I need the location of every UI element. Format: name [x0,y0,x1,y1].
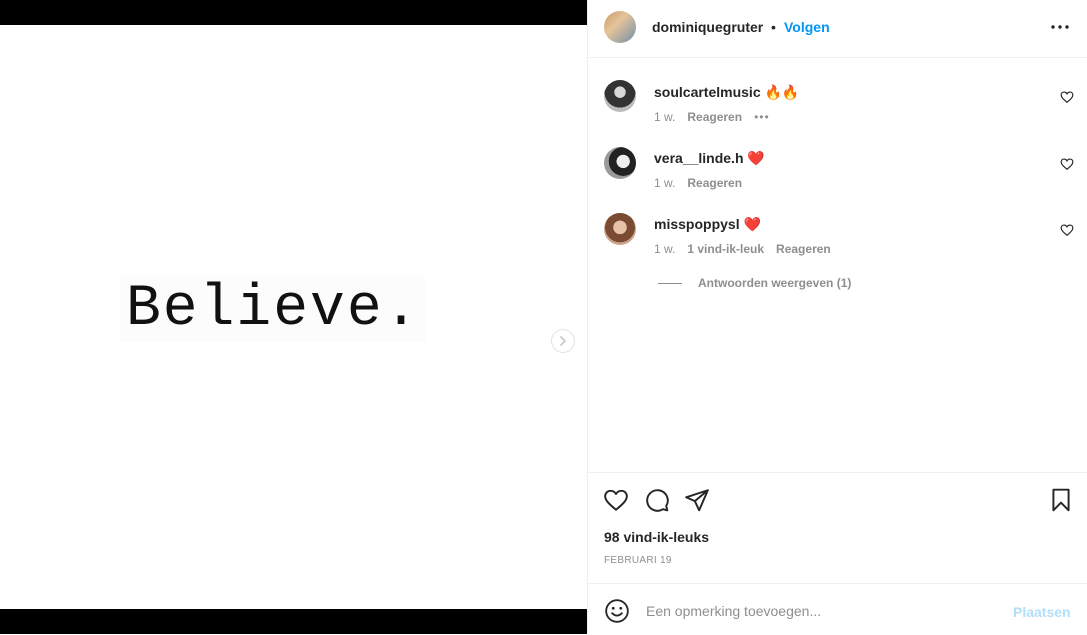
author-username[interactable]: dominiquegruter [652,19,763,35]
post-comment-button[interactable]: Plaatsen [1013,604,1071,620]
commenter-avatar[interactable] [604,80,636,112]
comment-input[interactable] [644,597,988,625]
post-header: dominiquegruter • Volgen [588,0,1087,58]
post-date[interactable]: FEBRUARI 19 [604,555,672,566]
view-replies-button[interactable]: Antwoorden weergeven (1) [658,276,851,290]
comment-time[interactable]: 1 w. [654,176,675,190]
reply-button[interactable]: Reageren [687,110,742,124]
bookmark-icon[interactable] [1048,487,1074,513]
post-side-panel: dominiquegruter • Volgen soulcartelmusic… [587,0,1087,634]
comment-like-count[interactable]: 1 vind-ik-leuk [687,242,764,256]
commenter-username[interactable]: vera__linde.h [654,150,744,166]
post-actions: 98 vind-ik-leuks FEBRUARI 19 [588,472,1087,583]
commenter-avatar[interactable] [604,147,636,179]
comment-more-button[interactable]: ••• [754,110,770,124]
comment-text: ❤️ [747,150,765,166]
post-image[interactable]: Believe. [0,25,587,609]
next-image-button[interactable] [551,329,575,353]
commenter-username[interactable]: soulcartelmusic [654,84,761,100]
emoji-icon[interactable] [604,598,630,624]
replies-divider [658,282,682,284]
follow-button[interactable]: Volgen [784,19,830,35]
header-separator: • [771,19,776,35]
like-count[interactable]: 98 vind-ik-leuks [604,529,709,545]
comment-text: ❤️ [743,216,761,232]
reply-button[interactable]: Reageren [776,242,831,256]
chevron-right-icon [560,336,566,346]
more-options-icon[interactable] [1048,17,1072,37]
comment-text: 🔥🔥 [764,84,800,100]
share-icon[interactable] [684,487,710,513]
comment-time[interactable]: 1 w. [654,110,675,124]
view-replies-label: Antwoorden weergeven (1) [698,276,852,290]
like-comment-icon[interactable] [1060,90,1074,104]
commenter-username[interactable]: misspoppysl [654,216,740,232]
like-comment-icon[interactable] [1060,157,1074,171]
commenter-avatar[interactable] [604,213,636,245]
add-comment-bar: Plaatsen [588,583,1087,635]
comment-time[interactable]: 1 w. [654,242,675,256]
reply-button[interactable]: Reageren [687,176,742,190]
like-comment-icon[interactable] [1060,223,1074,237]
heart-icon[interactable] [603,487,629,513]
comment-icon[interactable] [644,487,670,513]
post-image-text: Believe. [120,277,427,342]
author-avatar[interactable] [604,11,636,43]
post-media: Believe. [0,0,587,634]
